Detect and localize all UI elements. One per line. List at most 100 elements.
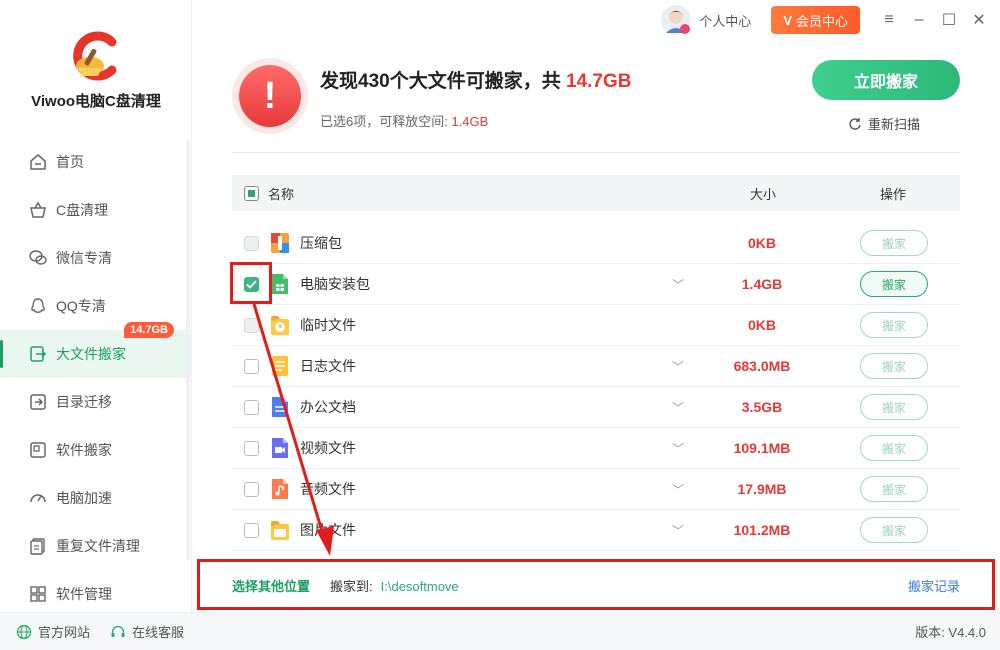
move-now-button[interactable]: 立即搬家	[812, 60, 960, 100]
row-name: 音频文件	[300, 481, 356, 497]
vip-center-button[interactable]: V 会员中心	[771, 6, 860, 34]
sidebar-item-duplicate-clean[interactable]: 重复文件清理	[0, 522, 192, 570]
row-size: 3.5GB	[741, 399, 783, 415]
total-size: 14.7GB	[565, 71, 632, 92]
sidebar: Viwoo电脑C盘清理 首页 C盘清理 微信专清 QQ专清 大文件搬家 14.7…	[0, 0, 192, 612]
row-move-button[interactable]: 搬家	[860, 517, 928, 543]
refresh-icon	[849, 117, 861, 130]
status-bar: 官方网站 在线客服 版本: V4.4.0	[0, 612, 1000, 650]
row-size: 109.1MB	[733, 440, 791, 456]
sidebar-item-label: 软件搬家	[56, 442, 112, 458]
row-checkbox[interactable]	[244, 522, 259, 538]
chevron-down-icon[interactable]: ﹀	[672, 276, 684, 293]
rescan-button[interactable]: 重新扫描	[848, 114, 920, 133]
row-move-button[interactable]: 搬家	[860, 353, 928, 379]
table-row: 电脑安装包 ﹀ 1.4GB 搬家	[232, 264, 960, 305]
website-link[interactable]: 官方网站	[16, 622, 90, 641]
chevron-down-icon[interactable]: ﹀	[672, 522, 684, 539]
row-checkbox[interactable]	[244, 440, 259, 456]
qq-icon	[28, 296, 48, 316]
duplicate-file-icon	[28, 536, 48, 556]
sidebar-item-label: QQ专清	[56, 298, 106, 314]
sidebar-item-wechat[interactable]: 微信专清	[0, 234, 192, 282]
row-checkbox[interactable]	[244, 235, 259, 251]
sidebar-item-label: 重复文件清理	[56, 538, 140, 554]
folder-export-icon	[28, 392, 48, 412]
row-size: 101.2MB	[733, 522, 791, 538]
office-doc-icon	[272, 397, 288, 417]
video-file-icon	[272, 438, 288, 458]
support-link[interactable]: 在线客服	[110, 622, 184, 641]
row-checkbox[interactable]	[244, 358, 259, 374]
title-text: 发现430个大文件可搬家，共	[320, 71, 566, 92]
sidebar-item-software-move[interactable]: 软件搬家	[0, 426, 192, 474]
select-all-checkbox[interactable]	[244, 185, 259, 201]
sidebar-item-software-manage[interactable]: 软件管理	[0, 570, 192, 618]
annotation-box-destination	[197, 559, 995, 610]
table-header: 名称 大小 操作	[232, 175, 960, 211]
row-move-button[interactable]: 搬家	[860, 394, 928, 420]
size-badge: 14.7GB	[124, 322, 174, 338]
vip-center-label: 会员中心	[795, 13, 848, 29]
sidebar-item-speedup[interactable]: 电脑加速	[0, 474, 192, 522]
freeable-size: 1.4GB	[451, 114, 489, 129]
sidebar-item-label: 目录迁移	[56, 394, 112, 410]
row-name: 日志文件	[300, 358, 356, 374]
selection-summary: 已选6项，可释放空间: 1.4GB	[320, 111, 488, 130]
divider	[232, 152, 960, 153]
sidebar-item-home[interactable]: 首页	[0, 138, 192, 186]
row-checkbox[interactable]	[244, 481, 259, 497]
row-size: 1.4GB	[741, 276, 783, 292]
row-checkbox[interactable]	[244, 317, 259, 333]
row-name: 电脑安装包	[300, 276, 370, 292]
row-move-button[interactable]: 搬家	[860, 312, 928, 338]
installer-icon	[272, 274, 288, 294]
minimize-icon[interactable]: –	[904, 5, 934, 35]
maximize-icon[interactable]: ☐	[934, 5, 964, 35]
image-file-icon	[271, 521, 289, 540]
row-checkbox[interactable]	[244, 399, 259, 415]
chevron-down-icon[interactable]: ﹀	[672, 481, 684, 498]
exclamation-icon: !	[239, 65, 301, 127]
user-center-button[interactable]: 个人中心	[661, 5, 751, 35]
version-text: 版本: V4.4.0	[915, 625, 986, 640]
annotation-box-checkbox	[230, 262, 272, 304]
chevron-down-icon[interactable]: ﹀	[672, 399, 684, 416]
sidebar-item-dir-migrate[interactable]: 目录迁移	[0, 378, 192, 426]
row-size: 17.9MB	[737, 481, 787, 497]
audio-file-icon	[272, 479, 288, 499]
close-icon[interactable]: ✕	[964, 5, 994, 35]
menu-icon[interactable]: ≡	[874, 5, 904, 35]
user-center-label: 个人中心	[699, 13, 752, 29]
home-icon	[28, 152, 48, 172]
vip-icon: V	[783, 12, 792, 28]
row-move-button[interactable]: 搬家	[860, 435, 928, 461]
row-move-button[interactable]: 搬家	[860, 476, 928, 502]
sidebar-scrollbar[interactable]	[186, 140, 190, 560]
chevron-down-icon[interactable]: ﹀	[672, 440, 684, 457]
table-row: 视频文件 ﹀ 109.1MB 搬家	[232, 428, 960, 469]
row-name: 视频文件	[300, 440, 356, 456]
website-label: 官方网站	[38, 625, 91, 640]
chevron-down-icon[interactable]: ﹀	[672, 358, 684, 375]
row-name: 压缩包	[300, 235, 342, 251]
table-row: 日志文件 ﹀ 683.0MB 搬家	[232, 346, 960, 387]
alert-badge: !	[232, 58, 308, 134]
sidebar-item-large-file-move[interactable]: 大文件搬家 14.7GB	[0, 322, 192, 378]
table-row: 临时文件 0KB 搬家	[232, 305, 960, 346]
row-name: 图片文件	[300, 522, 356, 538]
rescan-label: 重新扫描	[868, 117, 921, 132]
app-name: Viwoo电脑C盘清理	[31, 93, 161, 110]
row-move-button[interactable]: 搬家	[860, 230, 928, 256]
row-size: 0KB	[747, 317, 776, 333]
table-row: 压缩包 0KB 搬家	[232, 223, 960, 264]
support-label: 在线客服	[132, 625, 185, 640]
avatar	[661, 5, 692, 35]
sidebar-item-c-clean[interactable]: C盘清理	[0, 186, 192, 234]
row-move-button[interactable]: 搬家	[860, 271, 928, 297]
column-size: 大小	[750, 186, 777, 202]
move-file-icon	[28, 344, 48, 364]
row-size: 0KB	[747, 235, 776, 251]
basket-icon	[28, 200, 48, 220]
log-file-icon	[272, 356, 288, 376]
